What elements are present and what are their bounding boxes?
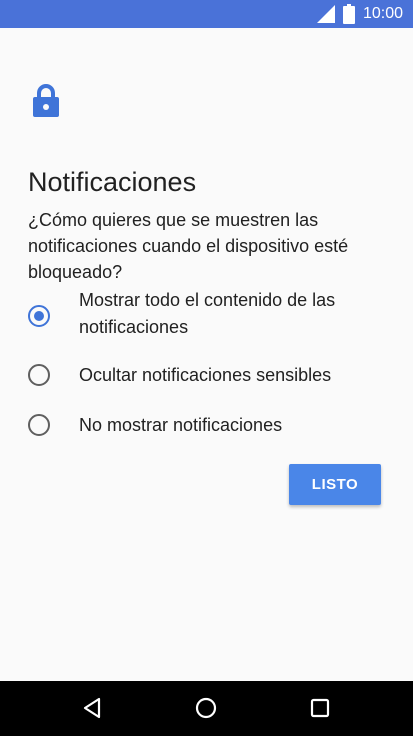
page-description: ¿Cómo quieres que se muestren las notifi…: [28, 210, 349, 282]
notifications-screen: Notificaciones ¿Cómo quieres que se mues…: [0, 28, 413, 681]
back-icon[interactable]: [80, 695, 106, 721]
option-label: No mostrar notificaciones: [79, 415, 283, 435]
battery-icon: [342, 4, 355, 24]
recents-icon[interactable]: [307, 695, 333, 721]
page-title: Notificaciones: [28, 167, 197, 197]
option-show-all[interactable]: Mostrar todo el contenido de las notific…: [0, 287, 413, 347]
status-icons: 10:00: [316, 0, 403, 28]
status-bar: 10:00: [0, 0, 413, 28]
radio-button-selected[interactable]: [28, 305, 50, 327]
radio-button[interactable]: [28, 414, 50, 436]
home-icon[interactable]: [193, 695, 219, 721]
done-button[interactable]: LISTO: [289, 464, 381, 505]
navigation-bar: [0, 681, 413, 736]
radio-button[interactable]: [28, 364, 50, 386]
signal-icon: [316, 5, 335, 23]
status-time: 10:00: [362, 5, 403, 22]
option-hide-sensitive[interactable]: Ocultar notificaciones sensibles: [0, 362, 413, 389]
option-label: Ocultar notificaciones sensibles: [79, 365, 332, 385]
option-label: Mostrar todo el contenido de las notific…: [79, 290, 336, 337]
option-hide-all[interactable]: No mostrar notificaciones: [0, 412, 413, 439]
lock-icon: [33, 84, 59, 117]
